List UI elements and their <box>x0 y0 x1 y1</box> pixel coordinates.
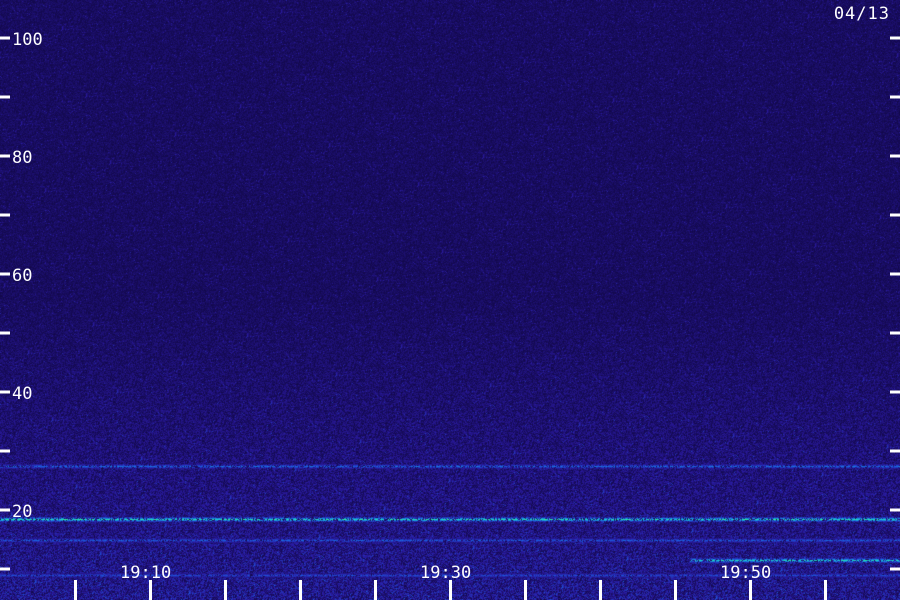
y-tick-label: 20 <box>12 502 32 522</box>
x-tick-label: 19:50 <box>720 563 771 583</box>
spectrogram-chart: 100 80 60 40 20 19:10 19:30 19:50 04/13 <box>0 0 900 600</box>
x-tick-label: 19:10 <box>120 563 171 583</box>
axis-overlay: 100 80 60 40 20 19:10 19:30 19:50 <box>0 30 900 600</box>
y-tick-label: 80 <box>12 148 32 168</box>
y-tick-label: 100 <box>12 30 43 50</box>
y-tick-label: 60 <box>12 266 32 286</box>
y-tick-label: 40 <box>12 384 32 404</box>
x-tick-label: 19:30 <box>420 563 471 583</box>
date-stamp: 04/13 <box>833 4 890 24</box>
